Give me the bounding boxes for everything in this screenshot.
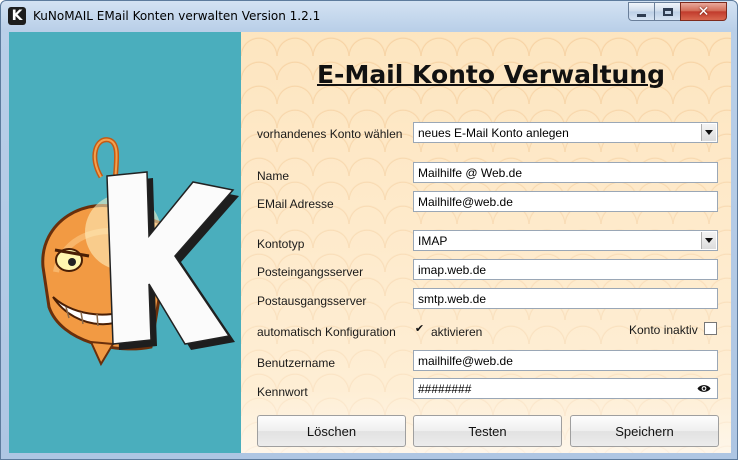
account-type-dropdown-button[interactable] [701, 232, 716, 249]
username-field[interactable]: mailhilfe@web.de [413, 350, 718, 371]
password-label: Kennwort [257, 385, 308, 399]
password-field[interactable]: ######## [413, 378, 718, 399]
save-button[interactable]: Speichern [570, 415, 719, 447]
account-select[interactable]: neues E-Mail Konto anlegen [413, 122, 718, 143]
maximize-button[interactable] [654, 2, 681, 21]
delete-button[interactable]: Löschen [257, 415, 406, 447]
account-type-label: Kontotyp [257, 237, 305, 251]
chevron-down-icon [705, 130, 713, 135]
email-field[interactable]: Mailhilfe@web.de [413, 191, 718, 212]
account-select-value: neues E-Mail Konto anlegen [418, 126, 569, 140]
inactive-label: Konto inaktiv [629, 323, 698, 337]
minimize-button[interactable] [628, 2, 655, 21]
incoming-server-field[interactable]: imap.web.de [413, 259, 718, 280]
inactive-checkbox[interactable] [704, 322, 717, 335]
incoming-server-label: Posteingangsserver [257, 265, 364, 279]
outgoing-server-value: smtp.web.de [418, 292, 487, 306]
close-icon: ✕ [697, 3, 710, 20]
maximize-icon [662, 7, 673, 16]
account-type-select[interactable]: IMAP [413, 230, 718, 251]
name-label: Name [257, 169, 290, 183]
autoconfig-checkbox[interactable]: ✔ [413, 323, 426, 336]
autoconfig-label: automatisch Konfiguration [257, 325, 396, 339]
page-title: E-Mail Konto Verwaltung [316, 60, 666, 89]
title-bar[interactable]: K KuNoMAIL EMail Konten verwalten Versio… [1, 1, 737, 31]
password-field-value: ######## [418, 382, 472, 396]
outgoing-server-field[interactable]: smtp.web.de [413, 288, 718, 309]
email-field-value: Mailhilfe@web.de [418, 195, 513, 209]
name-field-value: Mailhilfe @ Web.de [418, 166, 523, 180]
test-button[interactable]: Testen [413, 415, 562, 447]
account-label: vorhandenes Konto wählen [257, 127, 403, 141]
incoming-server-value: imap.web.de [418, 263, 487, 277]
name-field[interactable]: Mailhilfe @ Web.de [413, 162, 718, 183]
username-field-value: mailhilfe@web.de [418, 354, 513, 368]
app-icon[interactable]: K [8, 7, 26, 25]
window-title: KuNoMAIL EMail Konten verwalten Version … [33, 9, 321, 23]
close-button[interactable]: ✕ [680, 2, 727, 21]
account-type-value: IMAP [418, 234, 448, 248]
kunomail-logo [41, 137, 239, 367]
email-label: EMail Adresse [257, 197, 334, 211]
account-dropdown-button[interactable] [701, 124, 716, 141]
eye-icon[interactable] [697, 383, 711, 394]
outgoing-server-label: Postausgangsserver [257, 294, 367, 308]
app-window: K KuNoMAIL EMail Konten verwalten Versio… [0, 0, 738, 460]
chevron-down-icon [705, 238, 713, 243]
autoconfig-checkbox-label: aktivieren [431, 325, 483, 339]
minimize-icon [637, 13, 646, 17]
username-label: Benutzername [257, 356, 336, 370]
